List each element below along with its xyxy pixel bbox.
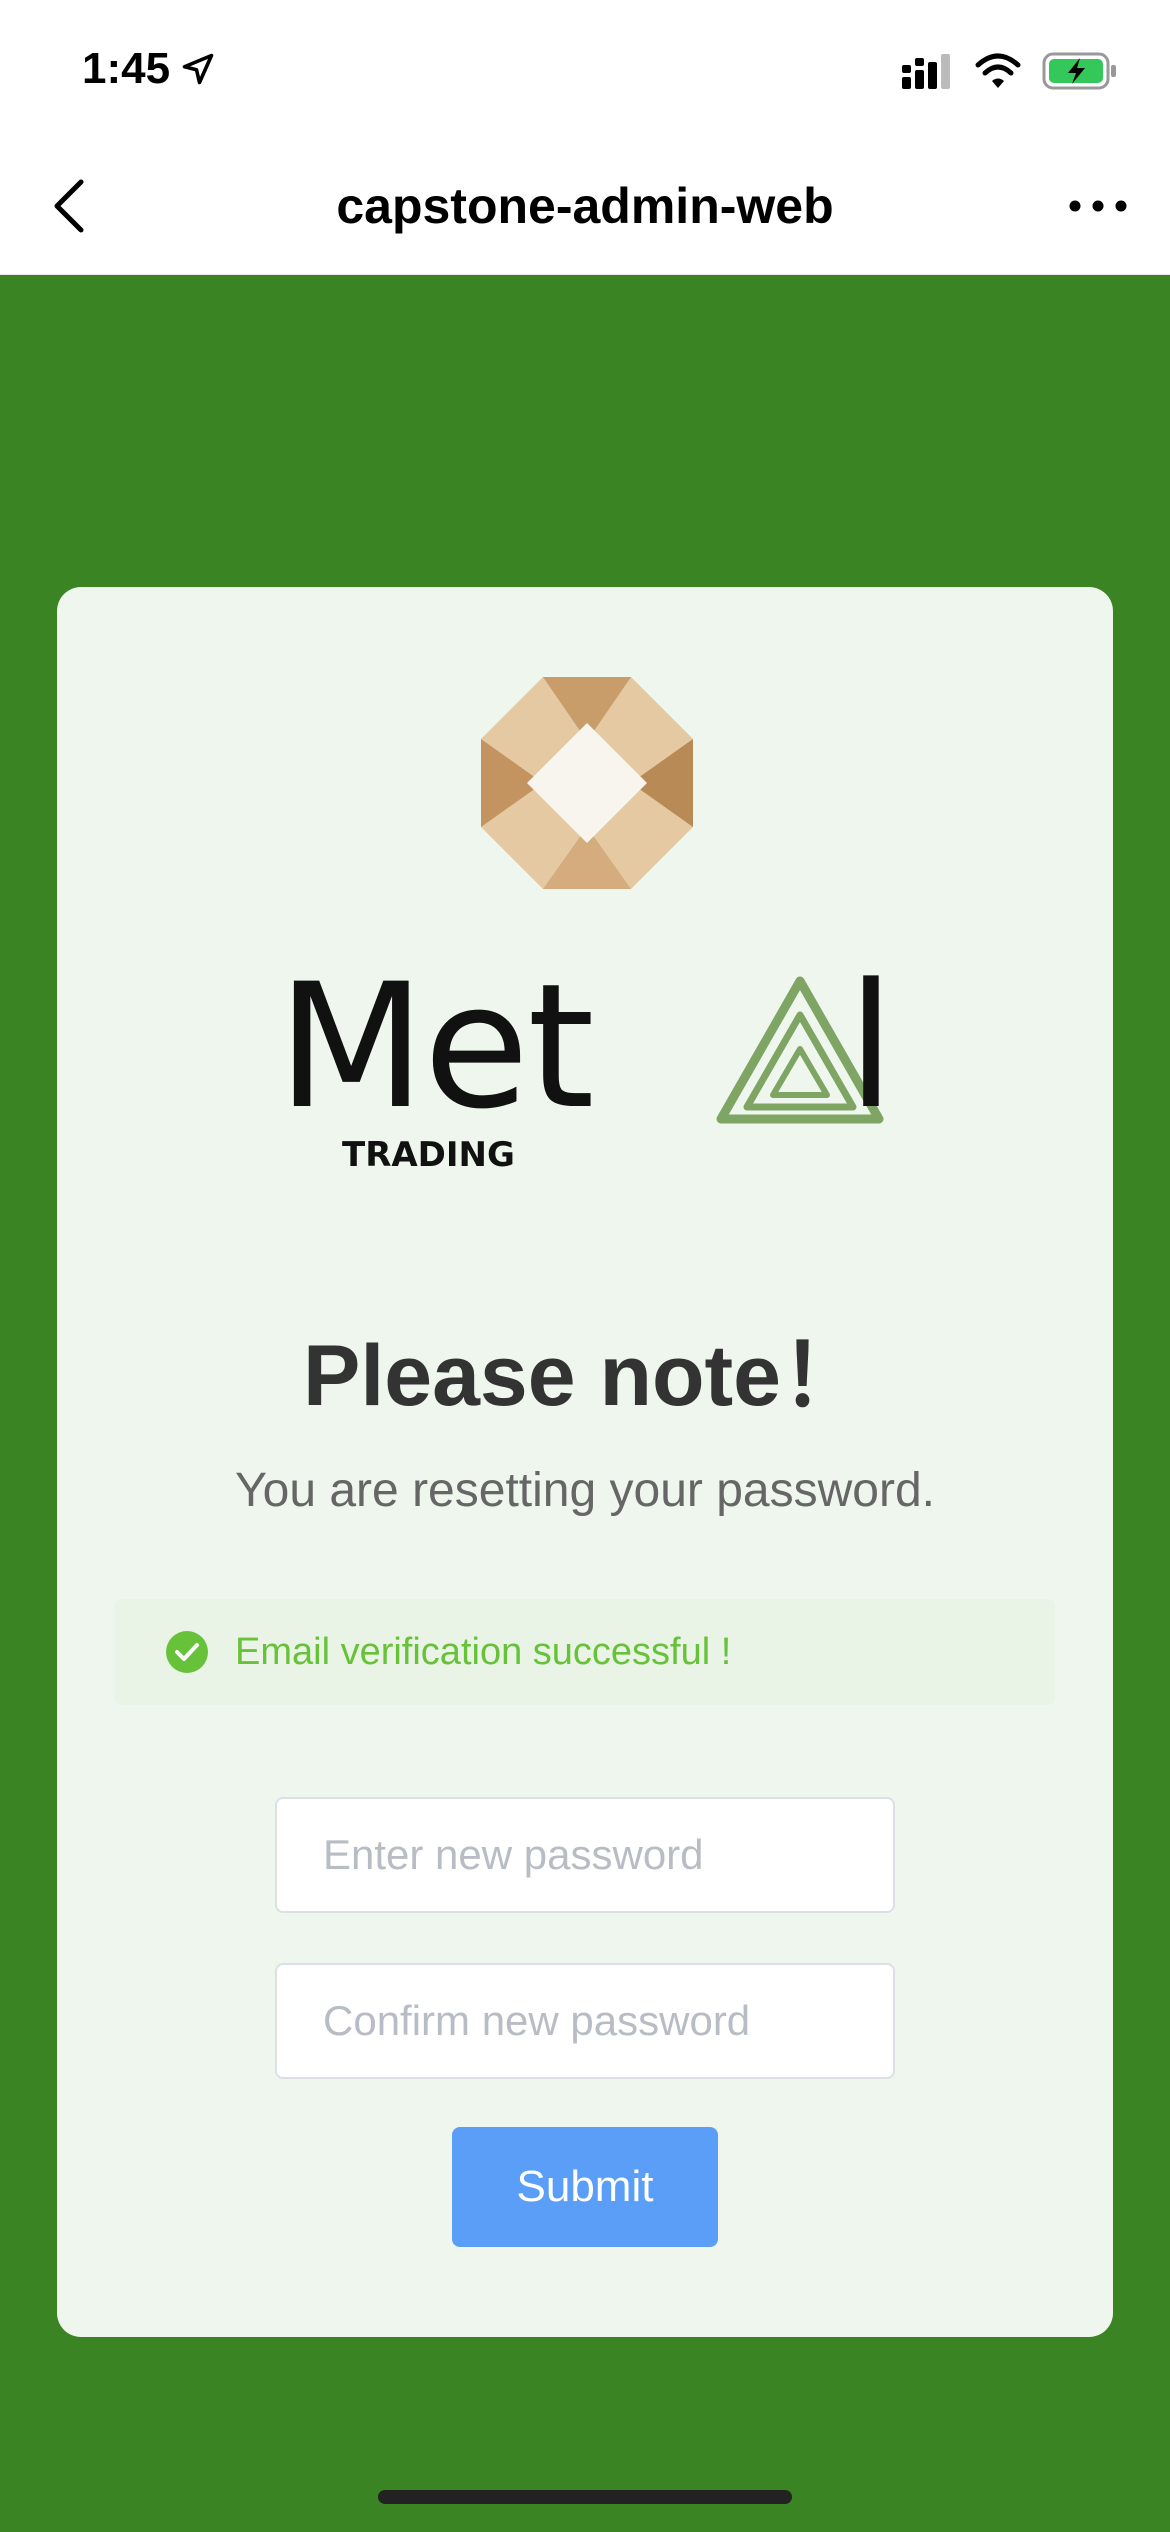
new-password-input[interactable] [275, 1797, 895, 1913]
wifi-icon [975, 53, 1021, 88]
cellular-signal-icon [902, 54, 950, 89]
home-indicator [378, 2490, 792, 2504]
success-alert-text: Email verification successful ! [235, 1630, 732, 1673]
ellipsis-icon [1069, 200, 1127, 212]
status-time: 1:45 [82, 44, 216, 94]
browser-top-bar: 1:45 capstone-admin-web [0, 0, 1170, 275]
page-title: capstone-admin-web [336, 178, 834, 234]
confirm-password-input[interactable] [275, 1963, 895, 2079]
brand-word-end: l [847, 946, 895, 1147]
battery-charging-icon [1042, 52, 1116, 90]
status-icons [900, 50, 1118, 92]
check-circle-icon [166, 1631, 208, 1673]
notice-subtext: You are resetting your password. [235, 1464, 935, 1517]
reset-password-card: Met l TRADING Please note！ You are reset… [57, 587, 1113, 2337]
more-options-button[interactable] [1062, 176, 1134, 236]
submit-button[interactable]: Submit [452, 2127, 718, 2247]
location-arrow-icon [182, 53, 214, 85]
brand-word: Met [277, 946, 595, 1147]
metal-trading-logo-icon [481, 677, 693, 889]
status-time-text: 1:45 [82, 44, 171, 93]
back-button[interactable] [44, 176, 92, 236]
brand-subtitle: TRADING [342, 1135, 515, 1175]
chevron-left-icon [54, 179, 84, 233]
success-alert: Email verification successful ! [115, 1599, 1055, 1705]
notice-heading: Please note！ [303, 1328, 867, 1424]
